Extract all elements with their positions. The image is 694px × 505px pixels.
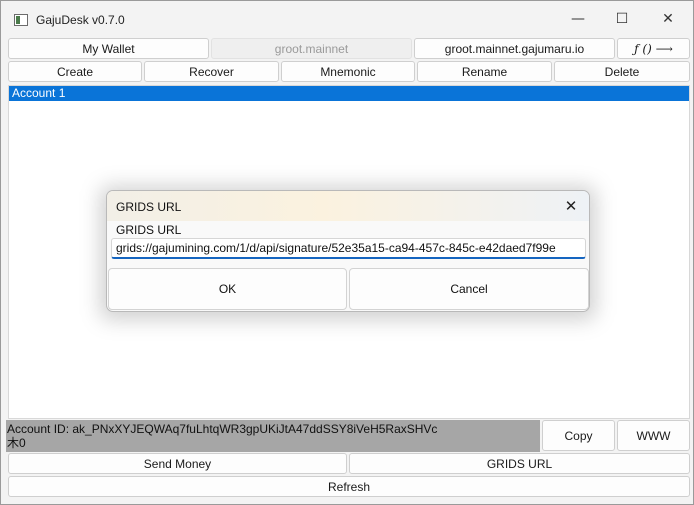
cancel-button[interactable]: Cancel	[349, 268, 589, 310]
rename-button[interactable]: Rename	[417, 61, 552, 82]
balance-text: 木0	[7, 436, 26, 450]
account-info-panel: Account ID: ak_PNxXYJEQWAq7fuLhtqWR3gpUK…	[6, 420, 540, 452]
copy-button[interactable]: Copy	[542, 420, 615, 451]
dialog-title-bar[interactable]: GRIDS URL ✕	[107, 191, 589, 221]
delete-button[interactable]: Delete	[554, 61, 690, 82]
my-wallet-button[interactable]: My Wallet	[8, 38, 209, 59]
account-id-text: Account ID: ak_PNxXYJEQWAq7fuLhtqWR3gpUK…	[7, 422, 438, 436]
function-button[interactable]: ƒ () ⟶	[617, 38, 690, 59]
grids-url-dialog: GRIDS URL ✕ GRIDS URL OK Cancel	[106, 190, 590, 312]
dialog-close-icon[interactable]: ✕	[559, 195, 583, 217]
refresh-button[interactable]: Refresh	[8, 476, 690, 497]
ok-button[interactable]: OK	[108, 268, 347, 310]
grids-url-input[interactable]	[111, 238, 586, 259]
account-list-item[interactable]: Account 1	[9, 86, 689, 101]
minimize-button[interactable]: —	[555, 1, 601, 37]
node-button[interactable]: groot.mainnet.gajumaru.io	[414, 38, 615, 59]
close-button[interactable]: ✕	[645, 1, 691, 37]
www-button[interactable]: WWW	[617, 420, 690, 451]
window-title: GajuDesk v0.7.0	[36, 13, 125, 27]
mnemonic-button[interactable]: Mnemonic	[281, 61, 415, 82]
grids-url-button[interactable]: GRIDS URL	[349, 453, 690, 474]
dialog-title: GRIDS URL	[116, 200, 182, 214]
network-label: groot.mainnet	[211, 38, 412, 59]
app-icon	[14, 14, 28, 26]
recover-button[interactable]: Recover	[144, 61, 279, 82]
create-button[interactable]: Create	[8, 61, 142, 82]
dialog-group-label: GRIDS URL	[116, 223, 182, 237]
title-bar[interactable]: GajuDesk v0.7.0 — ☐ ✕	[1, 1, 693, 37]
maximize-button[interactable]: ☐	[599, 1, 645, 37]
send-money-button[interactable]: Send Money	[8, 453, 347, 474]
